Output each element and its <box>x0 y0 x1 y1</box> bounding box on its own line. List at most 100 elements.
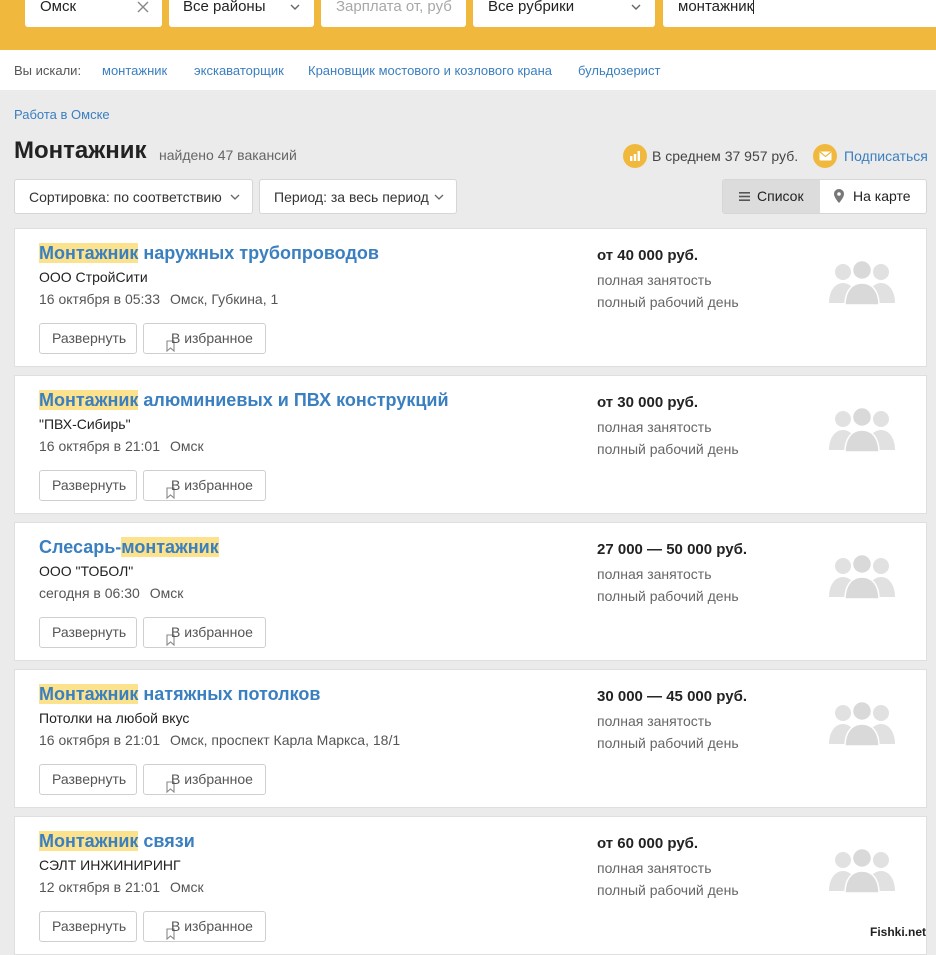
job-title[interactable]: Слесарь-монтажник <box>39 537 219 558</box>
company-name: ООО СтройСити <box>39 269 148 285</box>
job-meta: 12 октября в 21:01 Омск <box>39 879 204 895</box>
company-name: Потолки на любой вкус <box>39 710 190 726</box>
expand-button[interactable]: Развернуть <box>39 911 137 942</box>
breadcrumb[interactable]: Работа в Омске <box>14 107 110 122</box>
period-select[interactable]: Период: за весь период <box>259 179 457 214</box>
search-bar: Омск Все районы Зарплата от, руб Все руб… <box>0 0 936 50</box>
company-avatar-placeholder-icon <box>829 847 895 898</box>
employment-type: полная занятость <box>597 419 712 435</box>
work-schedule: полный рабочий день <box>597 735 739 751</box>
favorite-button[interactable]: В избранное <box>143 911 266 942</box>
job-meta: 16 октября в 05:33 Омск, Губкина, 1 <box>39 291 278 307</box>
job-salary: от 60 000 руб. <box>597 835 699 852</box>
rubric-select[interactable]: Все рубрики <box>473 0 655 27</box>
job-title-highlight: монтажник <box>121 537 219 557</box>
job-title-rest: алюминиевых и ПВХ конструкций <box>138 390 449 410</box>
chart-icon <box>623 144 647 168</box>
work-schedule: полный рабочий день <box>597 441 739 457</box>
favorite-button[interactable]: В избранное <box>143 323 266 354</box>
district-value: Все районы <box>183 0 266 15</box>
expand-button[interactable]: Развернуть <box>39 764 137 795</box>
chevron-down-icon <box>290 4 300 10</box>
job-location: Омск <box>170 879 204 895</box>
history-link[interactable]: бульдозерист <box>578 63 660 78</box>
employment-type: полная занятость <box>597 713 712 729</box>
job-salary: от 40 000 руб. <box>597 247 699 264</box>
expand-button[interactable]: Развернуть <box>39 470 137 501</box>
list-view-label: Список <box>757 188 804 204</box>
salary-input[interactable]: Зарплата от, руб <box>321 0 466 27</box>
favorite-label: В избранное <box>171 918 253 934</box>
results-count: найдено 47 вакансий <box>159 147 297 163</box>
map-view-button[interactable]: На карте <box>820 180 926 213</box>
job-meta: 16 октября в 21:01 Омск, проспект Карла М… <box>39 732 400 748</box>
job-salary: от 30 000 руб. <box>597 394 699 411</box>
favorite-button[interactable]: В избранное <box>143 470 266 501</box>
list-icon <box>739 192 750 201</box>
expand-label: Развернуть <box>52 330 127 346</box>
chevron-down-icon <box>230 194 240 200</box>
job-title[interactable]: Монтажник наружных трубопроводов <box>39 243 379 264</box>
job-title-rest: связи <box>138 831 195 851</box>
sort-label: Сортировка: по соответствию <box>29 189 222 205</box>
expand-button[interactable]: Развернуть <box>39 323 137 354</box>
history-link[interactable]: Крановщик мостового и козлового крана <box>308 63 552 78</box>
company-name: СЭЛТ ИНЖИНИРИНГ <box>39 857 181 873</box>
city-field[interactable]: Омск <box>25 0 162 27</box>
text-cursor <box>753 0 755 14</box>
job-title-prefix: Слесарь- <box>39 537 122 557</box>
job-location: Омск, Губкина, 1 <box>170 291 279 307</box>
favorite-button[interactable]: В избранное <box>143 764 266 795</box>
job-meta: сегодня в 06:30 Омск <box>39 585 183 601</box>
favorite-button[interactable]: В избранное <box>143 617 266 648</box>
job-location: Омск <box>149 585 184 601</box>
job-title[interactable]: Монтажник алюминиевых и ПВХ конструкций <box>39 390 449 411</box>
district-select[interactable]: Все районы <box>169 0 314 27</box>
job-title-rest: натяжных потолков <box>138 684 321 704</box>
job-title[interactable]: Монтажник натяжных потолков <box>39 684 320 705</box>
query-input[interactable]: монтажник <box>663 0 936 27</box>
average-salary: В среднем 37 957 руб. <box>652 148 799 164</box>
favorite-label: В избранное <box>171 477 253 493</box>
job-card[interactable]: Монтажник связи СЭЛТ ИНЖИНИРИНГ 12 октября… <box>14 816 927 955</box>
job-meta: 16 октября в 21:01 Омск <box>39 438 204 454</box>
expand-label: Развернуть <box>52 918 127 934</box>
favorite-label: В избранное <box>171 624 253 640</box>
mail-icon[interactable] <box>813 144 837 168</box>
map-pin-icon <box>834 189 844 203</box>
job-location: Омск, проспект Карла Маркса, 18/1 <box>170 732 401 748</box>
company-name: "ПВХ-Сибирь" <box>39 416 131 432</box>
employment-type: полная занятость <box>597 566 712 582</box>
job-card[interactable]: Монтажник алюминиевых и ПВХ конструкций "… <box>14 375 927 514</box>
period-label: Период: за весь период <box>274 189 429 205</box>
favorite-label: В избранное <box>171 330 253 346</box>
clear-icon[interactable] <box>136 0 150 14</box>
city-value: Омск <box>40 0 77 15</box>
job-title-highlight: Монтажник <box>39 243 139 263</box>
history-link[interactable]: монтажник <box>102 63 167 78</box>
job-title-highlight: Монтажник <box>39 684 139 704</box>
work-schedule: полный рабочий день <box>597 588 739 604</box>
favorite-label: В избранное <box>171 771 253 787</box>
search-history: Вы искали: монтажник экскаваторщик Крано… <box>0 50 936 90</box>
job-date: 16 октября в 21:01 <box>39 732 161 748</box>
job-card[interactable]: Монтажник натяжных потолков Потолки на лю… <box>14 669 927 808</box>
company-avatar-placeholder-icon <box>829 553 895 604</box>
chevron-down-icon <box>631 4 641 10</box>
job-title-highlight: Монтажник <box>39 390 139 410</box>
list-view-button[interactable]: Список <box>723 180 820 213</box>
job-title[interactable]: Монтажник связи <box>39 831 195 852</box>
job-date: 16 октября в 05:33 <box>39 291 161 307</box>
sort-select[interactable]: Сортировка: по соответствию <box>14 179 253 214</box>
expand-button[interactable]: Развернуть <box>39 617 137 648</box>
job-location: Омск <box>170 438 204 454</box>
history-link[interactable]: экскаваторщик <box>194 63 284 78</box>
view-toggle: Список На карте <box>722 179 927 214</box>
job-card[interactable]: Монтажник наружных трубопроводов ООО Стро… <box>14 228 927 367</box>
subscribe-link[interactable]: Подписаться <box>844 148 928 164</box>
job-salary: 27 000 — 50 000 руб. <box>597 541 747 558</box>
job-card[interactable]: Слесарь-монтажник ООО "ТОБОЛ" сегодня в 06… <box>14 522 927 661</box>
job-title-rest: наружных трубопроводов <box>138 243 379 263</box>
expand-label: Развернуть <box>52 477 127 493</box>
query-value: монтажник <box>678 0 754 15</box>
